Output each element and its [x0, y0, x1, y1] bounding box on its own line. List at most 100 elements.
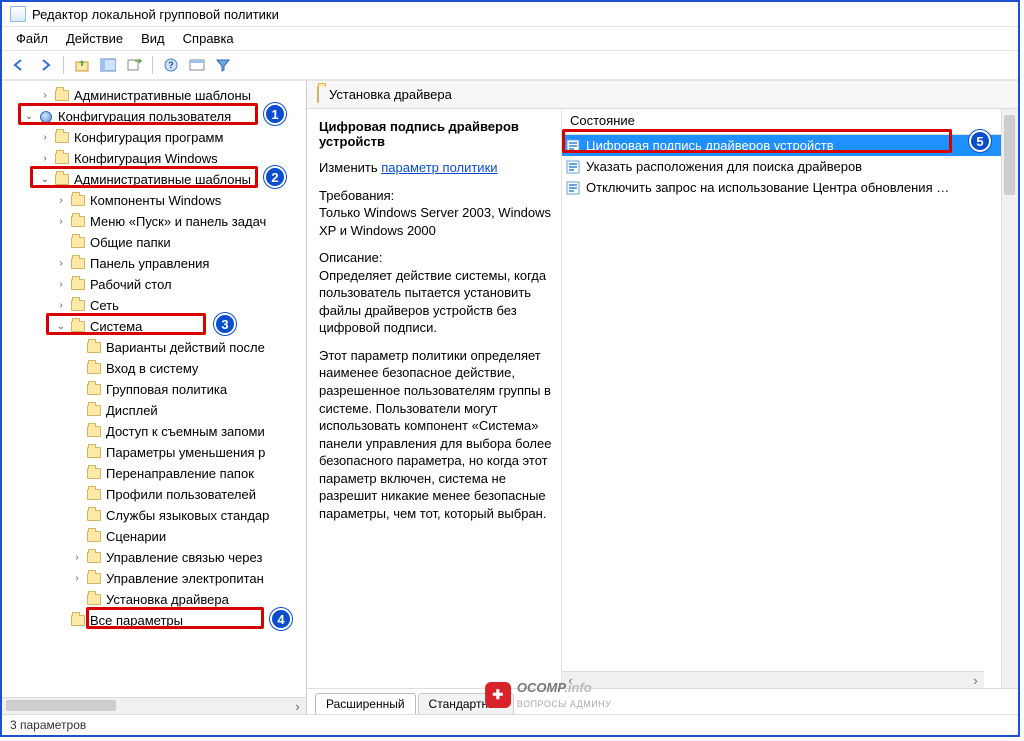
grid-row[interactable]: Отключить запрос на использование Центра…: [562, 177, 1001, 198]
tree-item-user-config[interactable]: ⌄ Конфигурация пользователя: [6, 106, 307, 127]
scroll-right-icon[interactable]: ›: [289, 698, 306, 714]
tree-item-scaling[interactable]: › Параметры уменьшения р: [6, 442, 307, 463]
tree-item-network[interactable]: › Сеть: [6, 295, 307, 316]
folder-icon: [86, 446, 102, 460]
tree-label: Сеть: [90, 298, 119, 313]
tab-extended[interactable]: Расширенный: [315, 693, 416, 714]
tree-item-all-params[interactable]: › Все параметры: [6, 610, 307, 631]
edit-policy-link[interactable]: параметр политики: [381, 160, 497, 175]
grid-row-selected[interactable]: Цифровая подпись драйверов устройств: [562, 135, 1001, 156]
menu-file[interactable]: Файл: [8, 29, 56, 48]
tree-item-win-config[interactable]: › Конфигурация Windows: [6, 148, 307, 169]
nav-back-button[interactable]: [8, 54, 30, 76]
edit-line: Изменить параметр политики: [319, 159, 553, 177]
scroll-thumb[interactable]: [6, 700, 116, 711]
desc-p2: Этот параметр политики определяет наимен…: [319, 347, 553, 522]
folder-icon: [86, 572, 102, 586]
tree-item-admin-templates[interactable]: ⌄ Административные шаблоны: [6, 169, 307, 190]
expand-icon[interactable]: ›: [70, 573, 84, 584]
tree-h-scrollbar[interactable]: ‹ ›: [2, 697, 306, 714]
expand-icon[interactable]: ›: [54, 258, 68, 269]
main-split: › Административные шаблоны ⌄ Конфигураци…: [2, 80, 1018, 714]
expand-icon[interactable]: ›: [38, 132, 52, 143]
folder-icon: [86, 467, 102, 481]
expand-icon[interactable]: ›: [70, 552, 84, 563]
tree-item-comm-mgmt[interactable]: › Управление связью через: [6, 547, 307, 568]
details-body: Цифровая подпись драйверов устройств Изм…: [307, 109, 1018, 688]
grid-header-state[interactable]: Состояние: [562, 109, 1001, 135]
tree-item-driver-install[interactable]: › Установка драйвера: [6, 589, 307, 610]
details-pane: Установка драйвера Цифровая подпись драй…: [307, 81, 1018, 714]
collapse-icon[interactable]: ⌄: [38, 174, 52, 185]
tree-item-control-panel[interactable]: › Панель управления: [6, 253, 307, 274]
expand-icon[interactable]: ›: [38, 90, 52, 101]
tree-item-user-profiles[interactable]: › Профили пользователей: [6, 484, 307, 505]
expand-icon[interactable]: ›: [54, 216, 68, 227]
folder-icon: [70, 299, 86, 313]
menu-action[interactable]: Действие: [58, 29, 131, 48]
tree-item-prog-config[interactable]: › Конфигурация программ: [6, 127, 307, 148]
tree-item-admin-templates-top[interactable]: › Административные шаблоны: [6, 85, 307, 106]
watermark-sub: ВОПРОСЫ АДМИНУ: [517, 699, 612, 709]
status-text: 3 параметров: [10, 718, 86, 732]
menu-bar: Файл Действие Вид Справка: [2, 27, 1018, 51]
folder-icon: [86, 509, 102, 523]
grid-column: Состояние Цифровая подпись драйверов уст…: [562, 109, 1001, 688]
tree-item-system[interactable]: ⌄ Система: [6, 316, 307, 337]
up-level-button[interactable]: [71, 54, 93, 76]
desc-p1: Определяет действие системы, когда польз…: [319, 268, 546, 336]
tree-item-action-variants[interactable]: › Варианты действий после: [6, 337, 307, 358]
collapse-icon[interactable]: ⌄: [22, 111, 36, 122]
tree-item-group-policy[interactable]: › Групповая политика: [6, 379, 307, 400]
tree-item-scripts[interactable]: › Сценарии: [6, 526, 307, 547]
tree-label: Общие папки: [90, 235, 171, 250]
expand-icon[interactable]: ›: [54, 279, 68, 290]
tree-item-start-menu[interactable]: › Меню «Пуск» и панель задач: [6, 211, 307, 232]
help-button[interactable]: ?: [160, 54, 182, 76]
tree-item-removable[interactable]: › Доступ к съемным запоми: [6, 421, 307, 442]
tree-item-lang-services[interactable]: › Службы языковых стандар: [6, 505, 307, 526]
tree-item-folder-redirect[interactable]: › Перенаправление папок: [6, 463, 307, 484]
policy-icon: [566, 160, 580, 174]
collapse-icon[interactable]: ⌄: [54, 321, 68, 332]
tree-item-display[interactable]: › Дисплей: [6, 400, 307, 421]
folder-icon: [86, 425, 102, 439]
tree-label: Перенаправление папок: [106, 466, 254, 481]
tree-item-shared-folders[interactable]: › Общие папки: [6, 232, 307, 253]
properties-button[interactable]: [186, 54, 208, 76]
grid-h-scrollbar[interactable]: ‹ ›: [562, 671, 984, 688]
menu-view[interactable]: Вид: [133, 29, 173, 48]
tree-item-logon[interactable]: › Вход в систему: [6, 358, 307, 379]
tree-label: Доступ к съемным запоми: [106, 424, 265, 439]
menu-help[interactable]: Справка: [175, 29, 242, 48]
grid-row[interactable]: Указать расположения для поиска драйверо…: [562, 156, 1001, 177]
watermark-text: OCOMP.info ВОПРОСЫ АДМИНУ: [517, 680, 612, 710]
tree-label: Панель управления: [90, 256, 209, 271]
folder-icon: [86, 341, 102, 355]
app-icon: [10, 6, 26, 22]
tree-label: Меню «Пуск» и панель задач: [90, 214, 266, 229]
tree-label: Конфигурация Windows: [74, 151, 218, 166]
scroll-right-icon[interactable]: ›: [967, 672, 984, 688]
nav-forward-button[interactable]: [34, 54, 56, 76]
req-label: Требования:: [319, 188, 394, 203]
filter-button[interactable]: [212, 54, 234, 76]
scroll-thumb[interactable]: [1004, 115, 1015, 195]
details-v-scrollbar[interactable]: [1001, 109, 1018, 688]
title-bar: Редактор локальной групповой политики: [2, 2, 1018, 27]
show-hide-tree-button[interactable]: [97, 54, 119, 76]
expand-icon[interactable]: ›: [38, 153, 52, 164]
details-tabs: Расширенный Стандартный: [307, 688, 1018, 714]
tree-pane[interactable]: › Административные шаблоны ⌄ Конфигураци…: [2, 81, 307, 714]
export-list-button[interactable]: [123, 54, 145, 76]
tree-item-win-components[interactable]: › Компоненты Windows: [6, 190, 307, 211]
expand-icon[interactable]: ›: [54, 195, 68, 206]
tree-item-desktop[interactable]: › Рабочий стол: [6, 274, 307, 295]
tree-label: Сценарии: [106, 529, 166, 544]
tree-label: Установка драйвера: [106, 592, 229, 607]
status-bar: 3 параметров: [2, 714, 1018, 735]
expand-icon[interactable]: ›: [54, 300, 68, 311]
details-header: Установка драйвера: [307, 81, 1018, 109]
folder-icon: [70, 278, 86, 292]
tree-item-power-mgmt[interactable]: › Управление электропитан: [6, 568, 307, 589]
